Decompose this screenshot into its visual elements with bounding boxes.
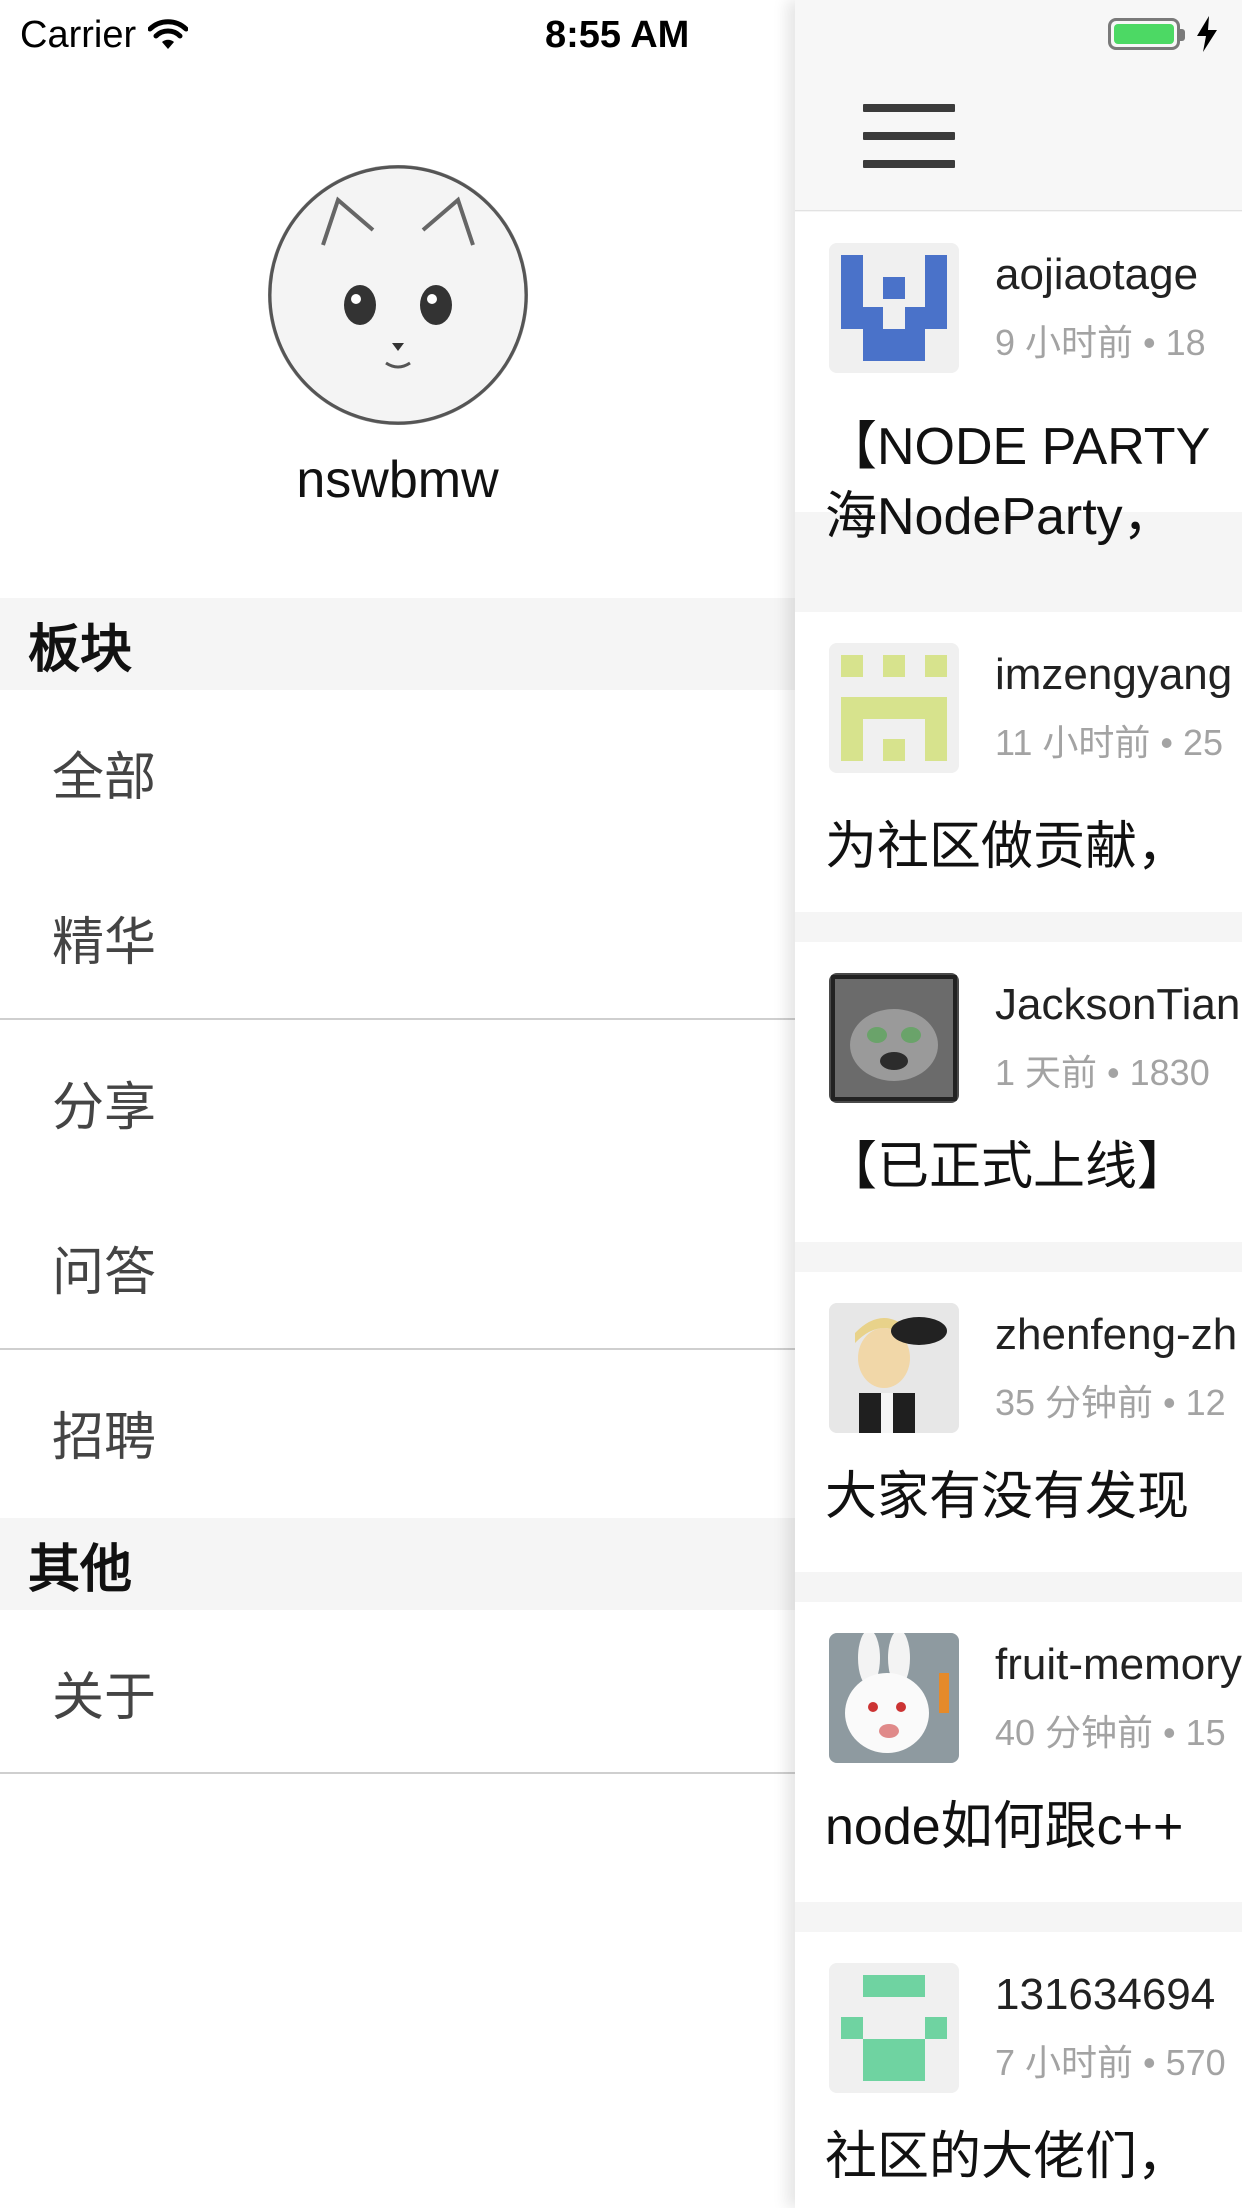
user-avatar[interactable] [268, 165, 528, 425]
anime-avatar-icon [829, 1303, 959, 1433]
post-author[interactable]: 131634694 [995, 1970, 1215, 2020]
post-title-line2[interactable]: 海NodeParty， [825, 482, 1175, 552]
list-item[interactable]: imzengyang 11 小时前 • 25 为社区做贡献， [795, 612, 1242, 912]
identicon-blue-icon [829, 243, 959, 373]
status-time: 8:55 AM [545, 13, 690, 56]
section-header-other: 其他 [0, 1518, 795, 1610]
cat-avatar-icon [268, 165, 528, 425]
nav-bar [795, 0, 1242, 211]
post-author[interactable]: JacksonTian [995, 980, 1240, 1030]
hamburger-menu-icon[interactable] [863, 104, 955, 168]
post-meta: 40 分钟前 • 15 [995, 1712, 1226, 1753]
post-meta: 1 天前 • 1830 [995, 1052, 1210, 1093]
post-avatar[interactable] [829, 1303, 959, 1433]
list-item[interactable]: fruit-memory 40 分钟前 • 15 node如何跟c++ [795, 1602, 1242, 1902]
list-item[interactable]: zhenfeng-zh 35 分钟前 • 12 大家有没有发现 [795, 1272, 1242, 1572]
menu-item-share[interactable]: 分享 [0, 1020, 795, 1185]
post-meta: 7 小时前 • 570 [995, 2042, 1226, 2083]
list-item[interactable]: 131634694 7 小时前 • 570 社区的大佬们， [795, 1932, 1242, 2208]
menu-item-about[interactable]: 关于 [0, 1610, 795, 1775]
wifi-icon [148, 19, 189, 49]
carrier-label: Carrier [20, 13, 137, 56]
post-avatar[interactable] [829, 1963, 959, 2093]
section-header-boards: 板块 [0, 598, 795, 690]
post-author[interactable]: zhenfeng-zh [995, 1310, 1237, 1360]
post-meta: 35 分钟前 • 12 [995, 1382, 1226, 1423]
divider [0, 1772, 795, 1774]
post-meta: 9 小时前 • 18 [995, 322, 1206, 363]
post-avatar[interactable] [829, 973, 959, 1103]
post-title[interactable]: node如何跟c++ [825, 1792, 1183, 1862]
post-avatar[interactable] [829, 1633, 959, 1763]
charging-bolt-icon [1197, 16, 1217, 52]
post-title[interactable]: 社区的大佬们， [825, 2122, 1189, 2192]
raccoon-avatar-icon [829, 973, 959, 1103]
list-item[interactable]: JacksonTian 1 天前 • 1830 【已正式上线】 [795, 942, 1242, 1242]
rabbit-avatar-icon [829, 1633, 959, 1763]
username[interactable]: nswbmw [0, 450, 795, 510]
side-drawer: Carrier 8:55 AM nswbmw 板块 全部 精华 分享 问答 招聘… [0, 0, 795, 2208]
menu-item-qa[interactable]: 问答 [0, 1185, 795, 1350]
post-author[interactable]: imzengyang [995, 650, 1232, 700]
post-author[interactable]: aojiaotage [995, 250, 1198, 300]
menu-item-featured[interactable]: 精华 [0, 855, 795, 1020]
topic-list-screen: aojiaotage 9 小时前 • 18 【NODE PARTY 海NodeP… [795, 0, 1242, 2208]
battery-icon [1108, 18, 1185, 50]
post-meta: 11 小时前 • 25 [995, 722, 1224, 763]
menu-item-jobs[interactable]: 招聘 [0, 1350, 795, 1515]
list-item[interactable]: aojiaotage 9 小时前 • 18 【NODE PARTY 海NodeP… [795, 212, 1242, 546]
post-title[interactable]: 【NODE PARTY [825, 412, 1210, 482]
menu-item-all[interactable]: 全部 [0, 690, 795, 855]
post-title[interactable]: 为社区做贡献， [825, 812, 1189, 882]
post-title[interactable]: 【已正式上线】 [825, 1132, 1189, 1202]
post-avatar[interactable] [829, 643, 959, 773]
post-avatar[interactable] [829, 243, 959, 373]
post-author[interactable]: fruit-memory [995, 1640, 1242, 1690]
post-title[interactable]: 大家有没有发现 [825, 1462, 1189, 1532]
identicon-lime-icon [829, 643, 959, 773]
status-bar-left: Carrier [20, 10, 189, 60]
identicon-green-icon [829, 1963, 959, 2093]
